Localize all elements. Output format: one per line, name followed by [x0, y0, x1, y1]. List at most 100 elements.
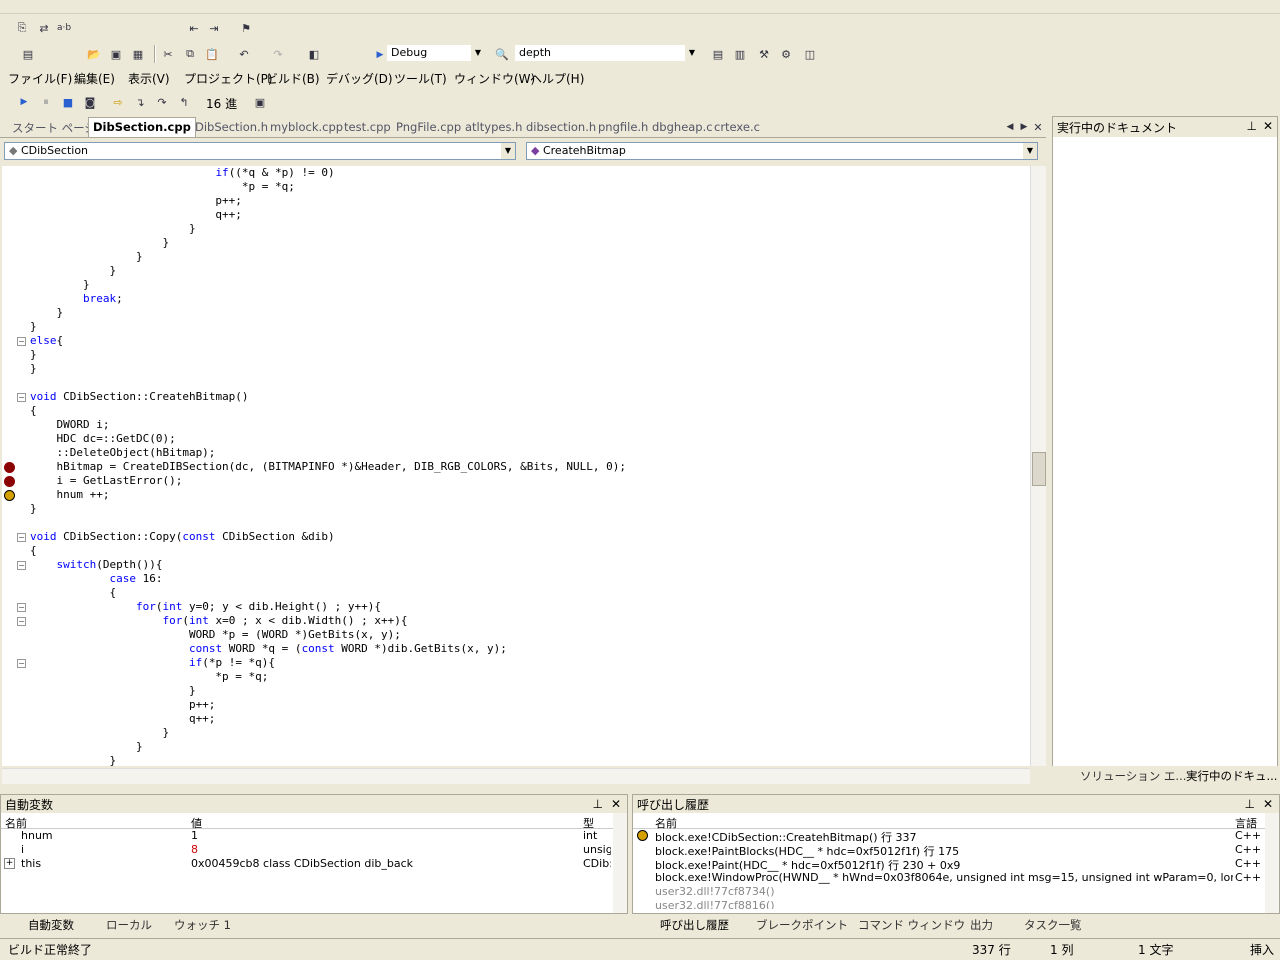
- tab-dibsection-h-lower[interactable]: dibsection.h: [526, 120, 596, 134]
- breakpoints-icon[interactable]: ▣: [252, 94, 268, 110]
- tab-task-list[interactable]: タスク一覧: [1024, 917, 1082, 933]
- pin-icon[interactable]: ⊥: [593, 797, 603, 811]
- tab-atltypes-h[interactable]: atltypes.h: [465, 120, 522, 134]
- menu-project[interactable]: プロジェクト(P): [184, 70, 273, 87]
- menu-tools[interactable]: ツール(T): [394, 70, 447, 87]
- tab-callstack[interactable]: 呼び出し履歴: [660, 917, 729, 933]
- close-icon[interactable]: ✕: [1263, 119, 1273, 133]
- stop-icon[interactable]: ■: [60, 94, 76, 110]
- menu-help[interactable]: ヘルプ(H): [530, 70, 584, 87]
- tab-pngfile-cpp[interactable]: PngFile.cpp: [396, 120, 461, 134]
- code-text[interactable]: if((*q & *p) != 0) *p = *q; p++; q++; } …: [30, 166, 626, 766]
- chevron-down-icon[interactable]: ▼: [1023, 143, 1037, 159]
- pause-icon[interactable]: ⏸: [38, 94, 54, 110]
- tools-icon[interactable]: ⚙: [778, 46, 794, 62]
- text-edit-icon[interactable]: ⎘: [14, 20, 30, 36]
- code-editor[interactable]: if((*q & *p) != 0) *p = *q; p++; q++; } …: [30, 166, 1030, 766]
- tab-locals[interactable]: ローカル: [106, 917, 152, 933]
- hex-toggle[interactable]: 16 進: [206, 95, 237, 112]
- solution-explorer-icon[interactable]: ▤: [710, 46, 726, 62]
- fold-toggle[interactable]: −: [17, 337, 26, 346]
- tab-breakpoints[interactable]: ブレークポイント: [756, 917, 848, 933]
- menu-view[interactable]: 表示(V): [128, 70, 170, 87]
- fold-toggle[interactable]: −: [17, 617, 26, 626]
- menu-file[interactable]: ファイル(F): [8, 70, 72, 87]
- replace-icon[interactable]: ⇄: [36, 20, 52, 36]
- find-in-files-icon[interactable]: 🔍: [494, 46, 510, 62]
- close-icon[interactable]: ✕: [611, 797, 621, 811]
- tab-dbgheap-c[interactable]: dbgheap.c: [652, 120, 713, 134]
- callstack-vscrollbar[interactable]: [1265, 813, 1279, 913]
- redo-icon[interactable]: ↷: [270, 46, 286, 62]
- tab-output[interactable]: 出力: [970, 917, 993, 933]
- fold-toggle[interactable]: −: [17, 533, 26, 542]
- properties-icon[interactable]: ▥: [732, 46, 748, 62]
- tab-solution-explorer[interactable]: ソリューション エ...: [1080, 768, 1186, 784]
- callstack-row[interactable]: block.exe!WindowProc(HWND__ * hWnd=0x03f…: [633, 871, 1279, 885]
- indent-icon[interactable]: ⇥: [206, 20, 222, 36]
- breakpoint-marker[interactable]: [4, 462, 15, 473]
- autos-vscrollbar[interactable]: [613, 813, 627, 913]
- fold-toggle[interactable]: −: [17, 659, 26, 668]
- tab-pngfile-h[interactable]: pngfile.h: [598, 120, 648, 134]
- menu-debug[interactable]: デバッグ(D): [326, 70, 393, 87]
- undo-icon[interactable]: ↶: [236, 46, 252, 62]
- menu-build[interactable]: ビルド(B): [266, 70, 320, 87]
- callstack-row[interactable]: block.exe!CDibSection::CreatehBitmap() 行…: [633, 829, 1279, 844]
- step-over-icon[interactable]: ↷: [154, 94, 170, 110]
- show-next-statement-icon[interactable]: ⇨: [110, 94, 126, 110]
- member-combo[interactable]: ◆ CreatehBitmap ▼: [526, 142, 1038, 160]
- navigate-icon[interactable]: ◧: [306, 46, 322, 62]
- chevron-down-icon[interactable]: ▼: [471, 45, 485, 61]
- editor-vscrollbar[interactable]: [1030, 166, 1046, 766]
- chevron-down-icon[interactable]: ▼: [501, 143, 515, 159]
- tab-myblock-cpp[interactable]: myblock.cpp: [270, 120, 343, 134]
- vscroll-thumb[interactable]: [1032, 452, 1046, 486]
- save-all-icon[interactable]: ▦: [130, 46, 146, 62]
- tab-dibsection-h[interactable]: DibSection.h: [195, 120, 268, 134]
- find-combo[interactable]: depth ▼: [514, 44, 700, 62]
- class-combo[interactable]: ◆ CDibSection ▼: [4, 142, 516, 160]
- callstack-row[interactable]: user32.dll!77cf8734(): [633, 885, 1279, 899]
- cut-icon[interactable]: ✂: [160, 46, 176, 62]
- new-project-icon[interactable]: ▤: [20, 46, 36, 62]
- callstack-row[interactable]: block.exe!Paint(HDC__ * hdc=0xf5012f1f) …: [633, 857, 1279, 872]
- chevron-down-icon[interactable]: ▼: [685, 45, 699, 61]
- tab-crtexe-c[interactable]: crtexe.c: [714, 120, 760, 134]
- fold-toggle[interactable]: −: [17, 603, 26, 612]
- autos-row[interactable]: hnum 1 int: [1, 829, 627, 843]
- autos-row[interactable]: i 8 unsig: [1, 843, 627, 857]
- copy-icon[interactable]: ⧉: [182, 46, 198, 62]
- tab-watch1[interactable]: ウォッチ 1: [174, 917, 231, 933]
- expand-icon[interactable]: +: [4, 858, 15, 869]
- close-icon[interactable]: ✕: [1030, 119, 1046, 135]
- breakpoint-marker[interactable]: [4, 476, 15, 487]
- outdent-icon[interactable]: ⇤: [186, 20, 202, 36]
- step-out-icon[interactable]: ↰: [176, 94, 192, 110]
- ab-icon[interactable]: a·b: [56, 20, 72, 36]
- class-view-icon[interactable]: ◫: [802, 46, 818, 62]
- build-config-combo[interactable]: Debug ▼: [386, 44, 486, 62]
- close-icon[interactable]: ✕: [1263, 797, 1273, 811]
- tab-test-cpp[interactable]: test.cpp: [344, 120, 391, 134]
- menu-edit[interactable]: 編集(E): [74, 70, 115, 87]
- paste-icon[interactable]: 📋: [204, 46, 220, 62]
- fold-toggle[interactable]: −: [17, 561, 26, 570]
- tab-dibsection-cpp[interactable]: DibSection.cpp: [88, 117, 196, 137]
- callstack-row[interactable]: block.exe!PaintBlocks(HDC__ * hdc=0xf501…: [633, 843, 1279, 858]
- current-statement-marker[interactable]: [4, 490, 15, 501]
- continue-icon[interactable]: ▶: [16, 94, 32, 110]
- pin-icon[interactable]: ⊥: [1247, 119, 1257, 133]
- open-file-icon[interactable]: 📂: [86, 46, 102, 62]
- tab-start-page[interactable]: スタート ページ: [12, 120, 96, 136]
- fold-toggle[interactable]: −: [17, 393, 26, 402]
- save-icon[interactable]: ▣: [108, 46, 124, 62]
- restart-icon[interactable]: ◙: [82, 94, 98, 110]
- tab-command-window[interactable]: コマンド ウィンドウ: [858, 917, 965, 933]
- pin-icon[interactable]: ⊥: [1245, 797, 1255, 811]
- step-into-icon[interactable]: ↴: [132, 94, 148, 110]
- bookmark-icon[interactable]: ⚑: [238, 20, 254, 36]
- autos-row[interactable]: + this 0x00459cb8 class CDibSection dib_…: [1, 857, 627, 871]
- tab-running-docs[interactable]: 実行中のドキュ...: [1186, 768, 1277, 784]
- toolbox-icon[interactable]: ⚒: [756, 46, 772, 62]
